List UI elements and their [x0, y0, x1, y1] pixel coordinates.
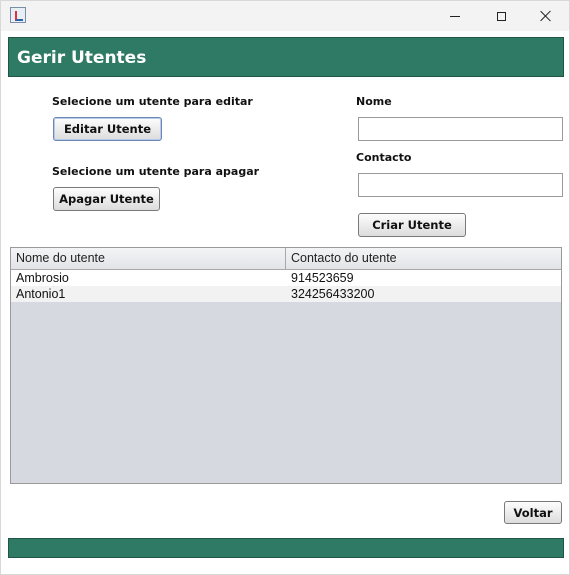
header-banner: Gerir Utentes	[8, 37, 564, 77]
minimize-icon	[450, 15, 460, 17]
java-icon	[10, 7, 26, 23]
delete-prompt-label: Selecione um utente para apagar	[52, 165, 260, 178]
minimize-button[interactable]	[432, 1, 478, 31]
close-button[interactable]	[523, 1, 569, 31]
edit-prompt-label: Selecione um utente para editar	[52, 95, 253, 108]
maximize-icon	[496, 11, 506, 21]
cell-name: Ambrosio	[16, 271, 69, 285]
table-row[interactable]: Antonio1 324256433200	[11, 286, 561, 302]
cell-name: Antonio1	[16, 287, 66, 301]
cell-contact: 324256433200	[291, 287, 375, 301]
utentes-table[interactable]: Nome do utente Contacto do utente Ambros…	[10, 247, 562, 484]
page-title: Gerir Utentes	[17, 48, 147, 68]
table-row[interactable]: Ambrosio 914523659	[11, 270, 561, 286]
title-bar[interactable]	[1, 1, 569, 31]
table-header: Nome do utente Contacto do utente	[11, 248, 561, 270]
name-field[interactable]	[358, 117, 563, 141]
delete-utente-button[interactable]: Apagar Utente	[53, 187, 160, 211]
content-pane: Gerir Utentes Selecione um utente para e…	[1, 31, 569, 574]
column-header-contact[interactable]: Contacto do utente	[286, 248, 561, 269]
contact-field[interactable]	[358, 173, 563, 197]
cell-contact: 914523659	[291, 271, 354, 285]
name-label: Nome	[356, 95, 392, 108]
maximize-button[interactable]	[478, 1, 524, 31]
edit-utente-button[interactable]: Editar Utente	[53, 117, 162, 141]
app-window: Gerir Utentes Selecione um utente para e…	[0, 0, 570, 575]
column-header-name[interactable]: Nome do utente	[11, 248, 286, 269]
create-utente-button[interactable]: Criar Utente	[358, 213, 466, 237]
contact-label: Contacto	[356, 151, 412, 164]
footer-banner	[8, 538, 564, 558]
close-icon	[540, 10, 552, 22]
back-button[interactable]: Voltar	[504, 501, 562, 524]
